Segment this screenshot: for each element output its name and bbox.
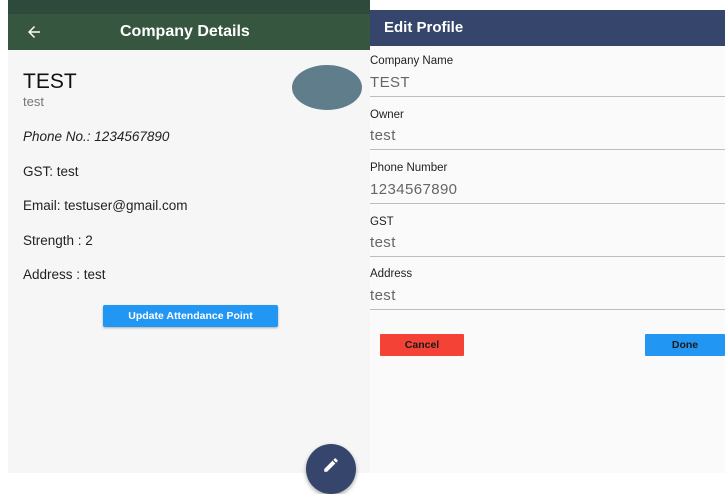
owner-label: Owner xyxy=(370,109,404,121)
owner-input[interactable]: test xyxy=(370,127,396,144)
strength-text: Strength : 2 xyxy=(23,233,93,248)
gst-underline xyxy=(370,256,725,257)
edit-profile-title: Edit Profile xyxy=(384,19,464,36)
status-bar xyxy=(8,0,370,14)
address-label: Address xyxy=(370,268,413,280)
company-details-screen: Company Details TEST test Phone No.: 123… xyxy=(8,0,370,494)
company-avatar xyxy=(292,65,362,110)
phone-number-label: Phone Number xyxy=(370,162,448,174)
address-text: Address : test xyxy=(23,267,106,282)
company-subtitle: test xyxy=(23,94,44,109)
owner-underline xyxy=(370,149,725,150)
company-name-input[interactable]: TEST xyxy=(370,74,410,91)
gst-input[interactable]: test xyxy=(370,234,396,251)
gst-text: GST: test xyxy=(23,164,79,179)
address-input[interactable]: test xyxy=(370,287,396,304)
arrow-back-icon[interactable] xyxy=(22,20,46,44)
gst-label: GST xyxy=(370,216,394,228)
phone-number-underline xyxy=(370,203,725,204)
company-name-underline xyxy=(370,96,725,97)
edit-pencil-icon xyxy=(324,458,338,472)
email-text: Email: testuser@gmail.com xyxy=(23,198,188,213)
company-name-label: Company Name xyxy=(370,55,454,67)
top-strip xyxy=(370,0,725,10)
page-title: Company Details xyxy=(120,23,250,40)
done-button[interactable]: Done xyxy=(645,334,725,356)
company-name: TEST xyxy=(23,70,77,93)
update-attendance-point-button[interactable]: Update Attendance Point xyxy=(103,305,278,327)
cancel-button[interactable]: Cancel xyxy=(380,334,464,356)
phone-number-input[interactable]: 1234567890 xyxy=(370,181,457,198)
edit-profile-app-bar: Edit Profile xyxy=(370,10,725,46)
edit-profile-screen: Edit Profile Company Name TEST Owner tes… xyxy=(370,0,725,473)
edit-fab-button[interactable] xyxy=(306,444,356,494)
company-details-app-bar: Company Details xyxy=(8,14,370,50)
address-underline xyxy=(370,309,725,310)
phone-text: Phone No.: 1234567890 xyxy=(23,129,170,144)
